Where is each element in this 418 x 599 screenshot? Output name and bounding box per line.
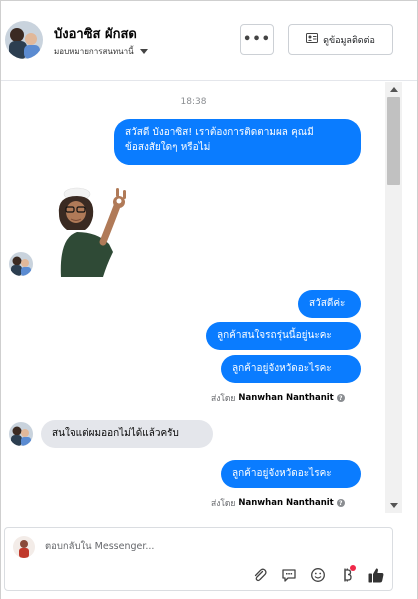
message-bubble-outgoing[interactable]: ลูกค้าอยู่จังหวัดอะไรคะ: [221, 355, 361, 383]
page-avatar: [13, 536, 35, 558]
sender-name: Nanwhan Nanthanit: [238, 393, 334, 403]
chat-scrollbar[interactable]: [385, 82, 402, 513]
sent-by-prefix: ส่งโดย: [211, 499, 236, 509]
contact-avatar-small[interactable]: [9, 422, 33, 446]
more-options-button[interactable]: •••: [240, 24, 274, 55]
paperclip-icon[interactable]: [251, 566, 269, 584]
assign-conversation-dropdown[interactable]: มอบหมายการสนทนานี้: [54, 45, 148, 58]
view-contact-label: ดูข้อมูลติดต่อ: [323, 35, 375, 46]
timestamp: 18:38: [180, 97, 207, 107]
scroll-down-arrow-icon[interactable]: [385, 501, 402, 511]
message-bubble-outgoing[interactable]: ลูกค้าอยู่จังหวัดอะไรคะ: [221, 460, 361, 488]
payment-icon[interactable]: [338, 565, 356, 584]
caret-down-icon: [139, 49, 148, 54]
notification-dot: [350, 565, 356, 571]
sent-by-prefix: ส่งโดย: [211, 394, 236, 404]
emoji-icon[interactable]: [309, 566, 327, 584]
composer-box: ตอบกลับใน Messenger...: [4, 527, 393, 591]
message-text: ข้อสงสัยใดๆ หรือไม่: [125, 142, 211, 153]
contact-card-icon: [306, 33, 319, 46]
view-contact-button[interactable]: ดูข้อมูลติดต่อ: [288, 24, 393, 55]
messenger-window: บังอาซิส ผักสด มอบหมายการสนทนานี้ ••• ดู…: [0, 0, 418, 599]
contact-avatar[interactable]: [5, 21, 43, 59]
help-icon[interactable]: ?: [336, 394, 345, 402]
reply-composer: ตอบกลับใน Messenger...: [1, 527, 417, 599]
composer-toolbar: [251, 565, 385, 584]
sticker-image[interactable]: [51, 182, 131, 277]
help-icon[interactable]: ?: [336, 499, 345, 507]
assign-label: มอบหมายการสนทนานี้: [54, 47, 134, 56]
sender-name: Nanwhan Nanthanit: [238, 498, 334, 508]
thumbs-up-icon[interactable]: [367, 566, 385, 584]
message-bubble-outgoing[interactable]: สวัสดีค่ะ: [298, 290, 361, 318]
message-bubble-outgoing[interactable]: สวัสดี บังอาซิส! เราต้องการติดตามผล คุณม…: [114, 119, 361, 165]
message-bubble-incoming[interactable]: สนใจแต่ผมออกไม่ได้แล้วครับ: [41, 420, 213, 448]
saved-reply-icon[interactable]: [280, 566, 298, 584]
message-thread: 18:38 สวัสดี บังอาซิส! เราต้องการติดตามผ…: [1, 82, 386, 514]
contact-name: บังอาซิส ผักสด: [54, 27, 137, 42]
conversation-header: บังอาซิส ผักสด มอบหมายการสนทนานี้ ••• ดู…: [1, 1, 417, 81]
message-bubble-outgoing[interactable]: ลูกค้าสนใจรถรุ่นนี้อยู่นะคะ: [206, 322, 361, 350]
message-text: สวัสดี บังอาซิส! เราต้องการติดตามผล คุณม…: [125, 127, 314, 138]
contact-avatar-small[interactable]: [9, 252, 33, 276]
sent-by-label: ส่งโดย Nanwhan Nanthanit ?: [211, 391, 345, 405]
scroll-up-arrow-icon[interactable]: [385, 84, 402, 94]
sent-by-label: ส่งโดย Nanwhan Nanthanit ?: [211, 496, 345, 510]
reply-input[interactable]: ตอบกลับใน Messenger...: [45, 539, 345, 554]
scrollbar-thumb[interactable]: [387, 97, 400, 185]
